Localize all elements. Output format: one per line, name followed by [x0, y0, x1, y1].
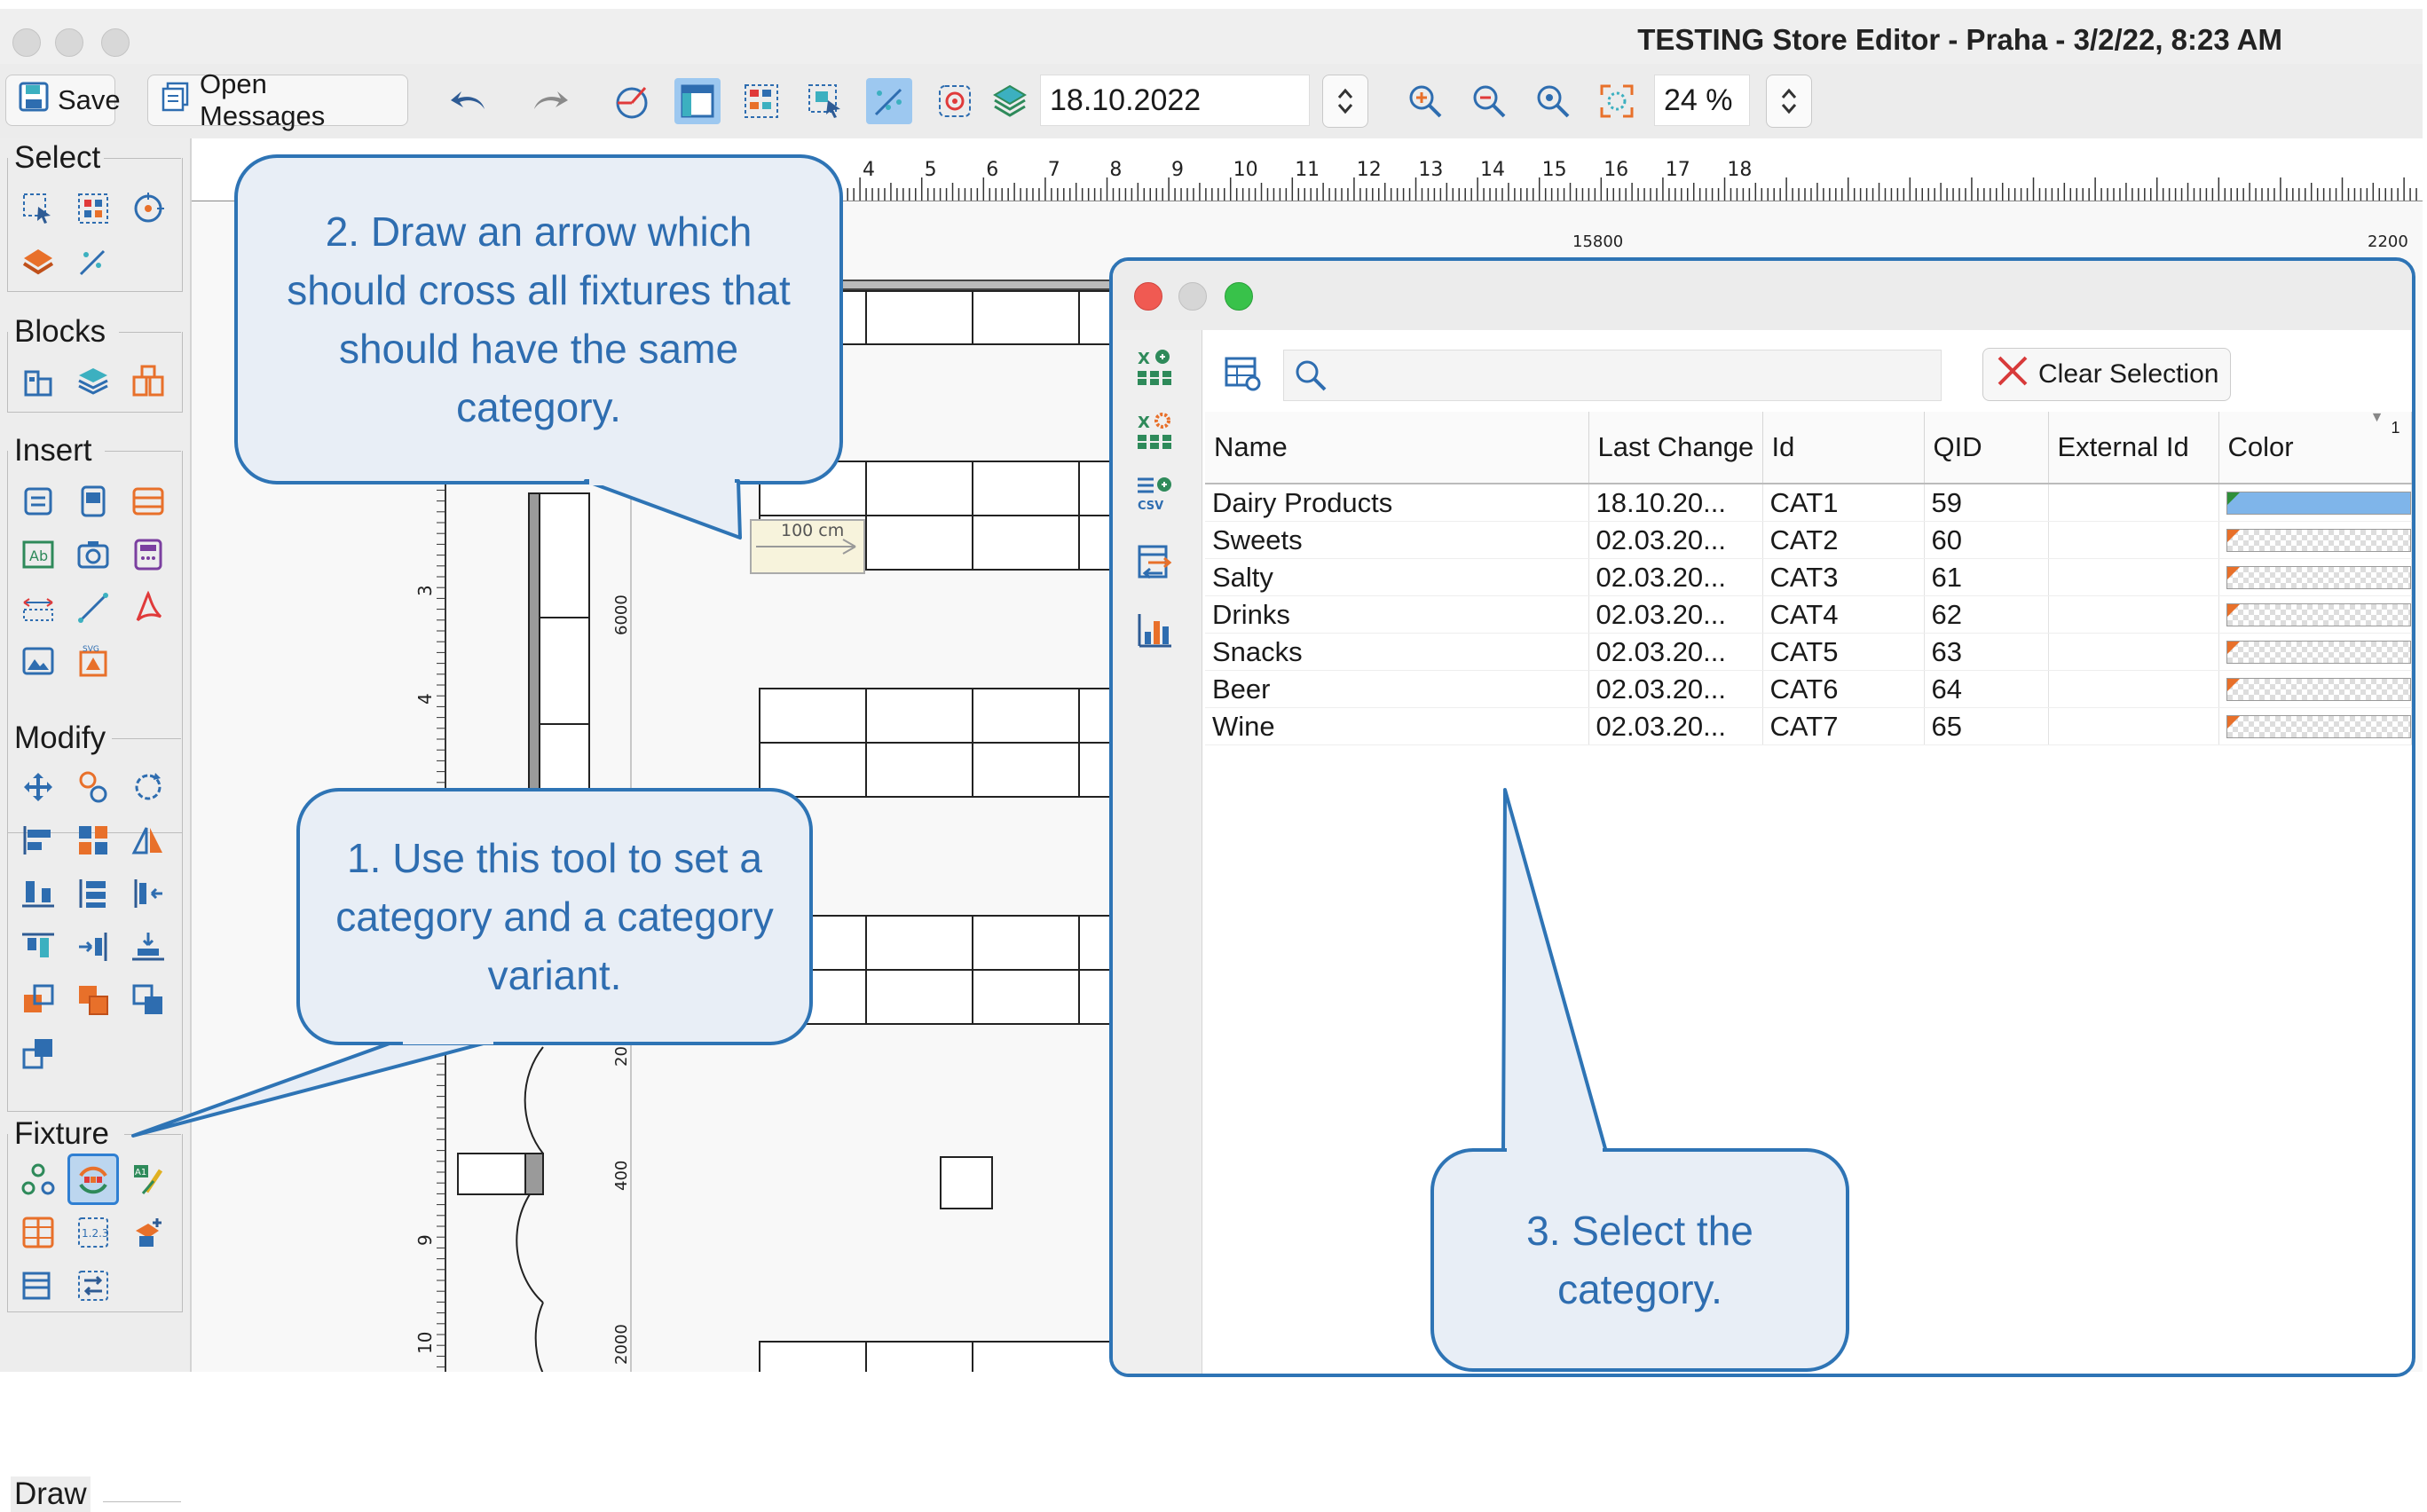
draw-group-label: Draw	[11, 1477, 91, 1512]
callout-pointer-covers	[403, 480, 1603, 1153]
